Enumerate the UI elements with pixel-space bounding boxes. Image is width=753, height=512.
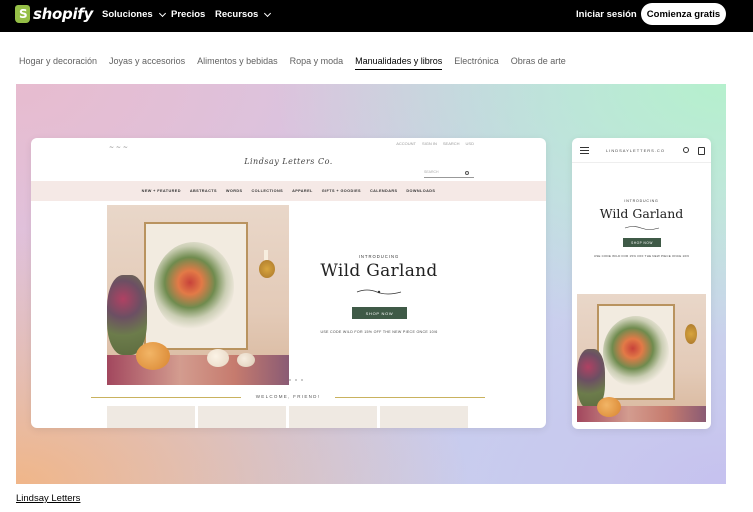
store-menu-item: GIFTS + GOODIES (321, 189, 361, 193)
tab-joyas[interactable]: Joyas y accesorios (109, 56, 185, 70)
store-caption-link[interactable]: Lindsay Letters (16, 493, 80, 504)
shop-now-button: SHOP NOW (352, 307, 407, 319)
mobile-shop-now-button: SHOP NOW (623, 238, 661, 247)
white-pumpkin (207, 349, 229, 367)
utility-link: USD (465, 141, 474, 146)
tab-electronica[interactable]: Electrónica (454, 56, 499, 70)
product-thumbnails (107, 406, 468, 428)
pumpkin (597, 397, 621, 417)
mobile-store-preview[interactable]: LINDSAYLETTERS.CO INTRODUCING Wild Garla… (572, 138, 711, 429)
shopping-bag-icon (15, 5, 30, 23)
nav-item-precios[interactable]: Precios (171, 9, 205, 20)
canvas-frame (144, 222, 248, 350)
artwork-photo (107, 205, 289, 385)
promo-text: USE CODE WILD FOR 15% OFF THE NEW PIECE … (320, 330, 438, 334)
tab-alimentos[interactable]: Alimentos y bebidas (197, 56, 278, 70)
mobile-promo-text: USE CODE WILD FOR 15% OFF THE NEW PIECE … (593, 254, 690, 258)
chevron-down-icon (158, 9, 166, 17)
wall-sconce (259, 250, 275, 278)
tab-obras-de-arte[interactable]: Obras de arte (511, 56, 566, 70)
search-icon (465, 171, 469, 175)
nav-item-recursos[interactable]: Recursos (215, 9, 272, 20)
start-free-button[interactable]: Comienza gratis (641, 3, 726, 25)
store-menu-item: COLLECTIONS (251, 189, 284, 193)
store-menu: NEW + FEATURED ABSTRACTS WORDS COLLECTIO… (31, 181, 546, 201)
store-menu-item: DOWNLOADS (406, 189, 436, 193)
product-thumbnail (107, 406, 195, 428)
cart-icon (698, 147, 705, 155)
tab-manualidades[interactable]: Manualidades y libros (355, 56, 443, 70)
brand-name: shopify (33, 5, 93, 23)
mobile-intro-label: INTRODUCING (624, 199, 659, 203)
store-menu-item: ABSTRACTS (189, 189, 217, 193)
store-brand: Lindsay Letters Co. (244, 157, 333, 166)
nav-item-label: Soluciones (102, 9, 153, 20)
utility-link: SIGN IN (421, 141, 437, 146)
tab-hogar[interactable]: Hogar y decoración (19, 56, 97, 70)
product-thumbnail (380, 406, 468, 428)
nav-item-soluciones[interactable]: Soluciones (102, 9, 166, 20)
chevron-down-icon (264, 9, 272, 17)
store-menu-item: APPAREL (292, 189, 313, 193)
store-menu-item: NEW + FEATURED (141, 189, 181, 193)
mobile-hero-title: Wild Garland (599, 206, 684, 221)
mobile-artwork-photo (577, 294, 706, 422)
hero-title: Wild Garland (320, 261, 438, 281)
product-thumbnail (289, 406, 377, 428)
signature-logo: ~ ~ ~ (109, 144, 128, 151)
top-nav: shopify Soluciones Precios Recursos Inic… (0, 0, 753, 32)
utility-link: SEARCH (442, 141, 460, 146)
login-link[interactable]: Iniciar sesión (576, 9, 637, 20)
store-menu-item: CALENDARS (369, 189, 398, 193)
product-thumbnail (198, 406, 286, 428)
nav-item-label: Precios (171, 9, 206, 20)
welcome-text: WELCOME, FRIEND! (255, 394, 321, 399)
white-pumpkin (237, 353, 255, 367)
utility-link: ACCOUNT (396, 141, 416, 146)
wall-sconce (685, 324, 697, 344)
category-tabs: Hogar y decoración Joyas y accesorios Al… (19, 56, 578, 70)
menu-icon (580, 147, 589, 154)
intro-label: INTRODUCING (358, 254, 400, 259)
desktop-store-preview[interactable]: ACCOUNT SIGN IN SEARCH USD ~ ~ ~ Lindsay… (31, 138, 546, 428)
flourish-icon (356, 289, 402, 295)
pumpkin (136, 342, 170, 370)
tab-ropa[interactable]: Ropa y moda (290, 56, 344, 70)
welcome-divider: WELCOME, FRIEND! (91, 394, 485, 400)
shopify-logo[interactable]: shopify (15, 5, 93, 23)
table-runner (107, 355, 289, 385)
store-menu-item: WORDS (225, 189, 243, 193)
nav-item-label: Recursos (215, 9, 259, 20)
flourish-icon (624, 226, 660, 230)
search-icon (683, 147, 689, 153)
mobile-header: LINDSAYLETTERS.CO (572, 138, 711, 163)
mobile-brand: LINDSAYLETTERS.CO (606, 148, 665, 153)
canvas-frame (597, 304, 675, 400)
utility-links: ACCOUNT SIGN IN SEARCH USD (396, 141, 474, 146)
flower-arrangement (107, 275, 147, 355)
carousel-dots (289, 379, 303, 381)
